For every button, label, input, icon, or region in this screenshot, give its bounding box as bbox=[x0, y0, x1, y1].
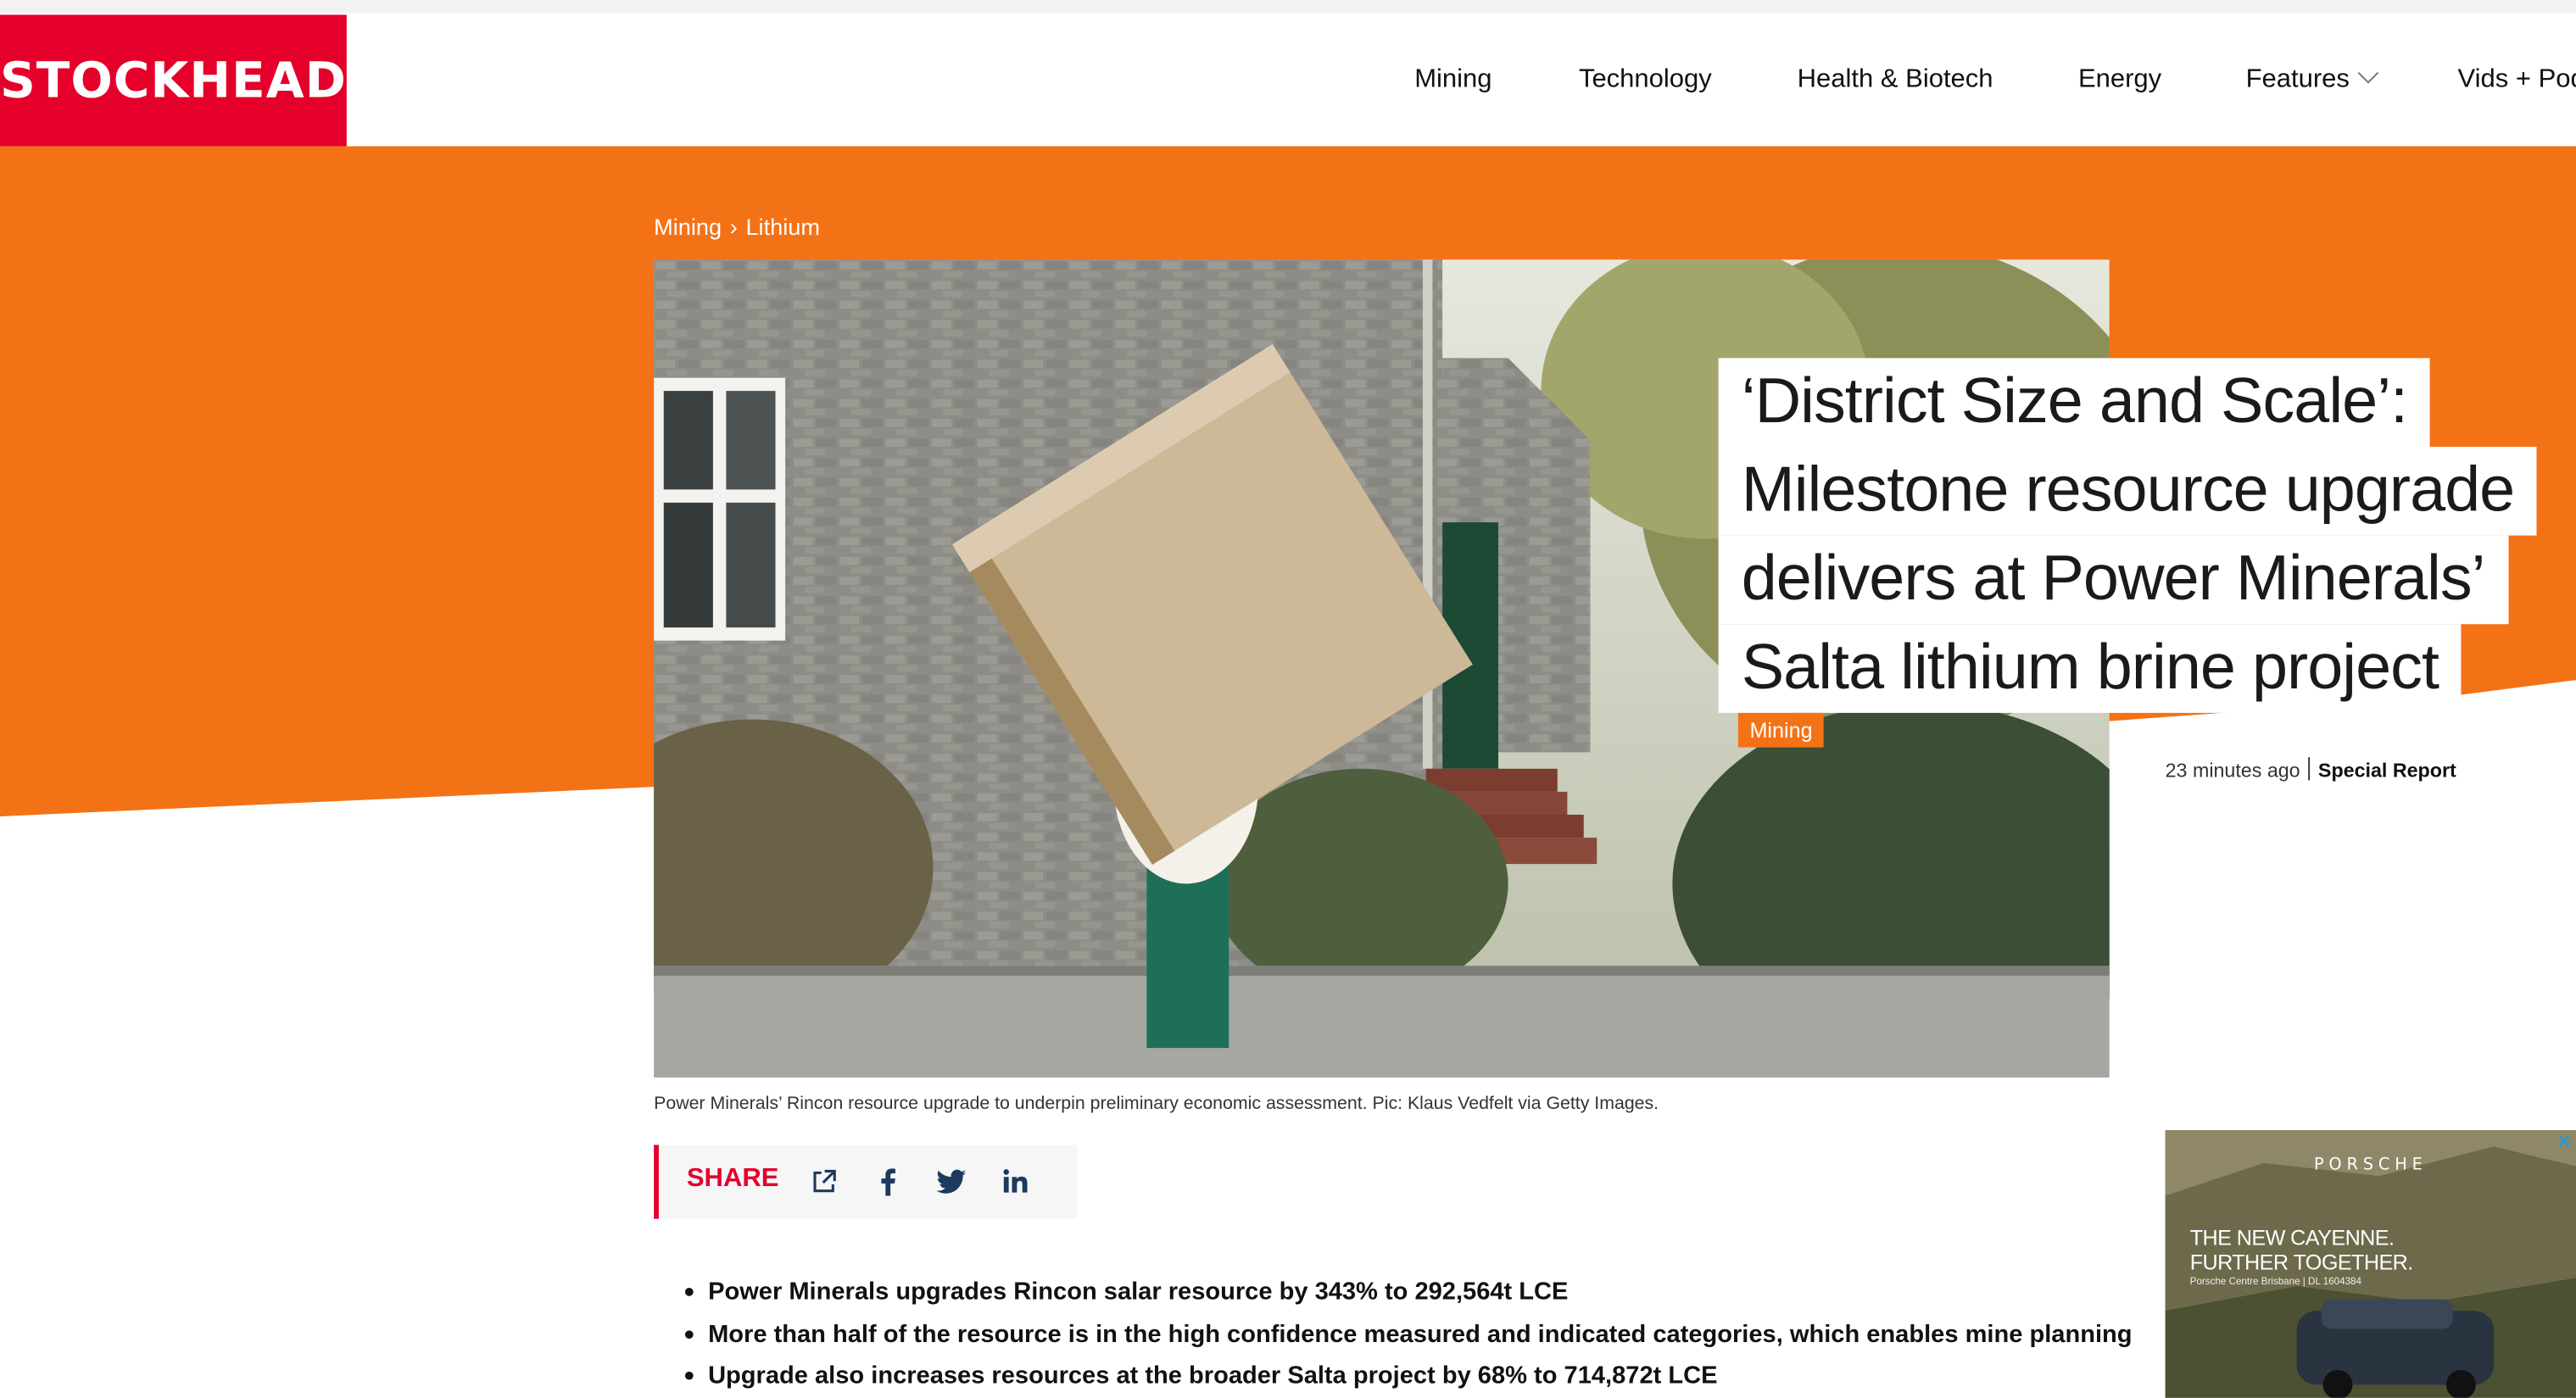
timestamp: 23 minutes ago bbox=[2165, 759, 2300, 783]
share-label: SHARE bbox=[686, 1164, 779, 1193]
site-header bbox=[0, 13, 2576, 148]
nav-label: Vids + Pod bbox=[2457, 65, 2576, 94]
nav-label: Mining bbox=[1414, 65, 1492, 94]
nav-item-vids-pod[interactable]: Vids + Pod bbox=[2458, 66, 2576, 96]
nav-item-energy[interactable]: Energy bbox=[2078, 66, 2161, 96]
nav-label: Health & Biotech bbox=[1797, 65, 1993, 94]
nav-item-mining[interactable]: Mining bbox=[1414, 66, 1492, 96]
share-bar: SHARE bbox=[654, 1145, 1078, 1219]
nav-label: Technology bbox=[1578, 65, 1712, 94]
breadcrumb-mining[interactable]: Mining bbox=[654, 214, 722, 240]
ad-fineprint: Porsche Centre Brisbane | DL 1604384 bbox=[2189, 1278, 2361, 1288]
breadcrumb-lithium[interactable]: Lithium bbox=[745, 214, 819, 240]
ad-headline: THE NEW CAYENNE. FURTHER TOGETHER. bbox=[2189, 1225, 2414, 1275]
article-headline: ‘District Size and Scale’: Milestone res… bbox=[1718, 358, 2540, 713]
ad-close-icon[interactable]: ✕ bbox=[2556, 1130, 2573, 1153]
headline-line-4: Salta lithium brine project bbox=[1718, 624, 2462, 713]
nav-item-technology[interactable]: Technology bbox=[1579, 66, 1712, 96]
image-caption: Power Minerals’ Rincon resource upgrade … bbox=[654, 1094, 1659, 1114]
nav-label: Features bbox=[2245, 65, 2350, 94]
share-external-icon[interactable] bbox=[803, 1161, 843, 1201]
ad-headline-line-2: FURTHER TOGETHER. bbox=[2189, 1250, 2414, 1275]
nav-item-features[interactable]: Features bbox=[2245, 62, 2379, 96]
headline-line-2: Milestone resource upgrade bbox=[1718, 447, 2538, 536]
porsche-ad[interactable]: ✕ PORSCHE THE NEW CAYENNE. FURTHER TOGET… bbox=[2165, 1130, 2576, 1398]
nav-label: Energy bbox=[2077, 65, 2162, 94]
article-meta: 23 minutes ago Special Report bbox=[2166, 757, 2456, 782]
top-border bbox=[0, 0, 2576, 14]
headline-line-3: delivers at Power Minerals’ bbox=[1718, 535, 2508, 625]
category-tag-mining[interactable]: Mining bbox=[1737, 712, 1825, 748]
chevron-down-icon bbox=[2357, 62, 2379, 84]
ad-brand: PORSCHE bbox=[2313, 1156, 2428, 1175]
list-item: Power Minerals upgrades Rincon salar res… bbox=[680, 1272, 2132, 1313]
meta-divider bbox=[2308, 757, 2311, 781]
ad-headline-line-1: THE NEW CAYENNE. bbox=[2189, 1225, 2395, 1250]
stockhead-logo[interactable]: STOCKHEAD bbox=[0, 14, 347, 147]
nav-item-health-biotech[interactable]: Health & Biotech bbox=[1798, 66, 1993, 96]
key-points-list: Power Minerals upgrades Rincon salar res… bbox=[680, 1272, 2133, 1397]
breadcrumb: Mining › Lithium bbox=[654, 214, 820, 240]
list-item: Upgrade also increases resources at the … bbox=[680, 1355, 2132, 1396]
headline-line-1: ‘District Size and Scale’: bbox=[1718, 358, 2431, 447]
special-report-link[interactable]: Special Report bbox=[2318, 759, 2456, 782]
breadcrumb-separator: › bbox=[729, 213, 738, 240]
twitter-icon[interactable] bbox=[932, 1161, 972, 1201]
list-item: More than half of the resource is in the… bbox=[680, 1313, 2133, 1355]
linkedin-icon[interactable] bbox=[995, 1161, 1035, 1201]
facebook-icon[interactable] bbox=[867, 1161, 907, 1201]
